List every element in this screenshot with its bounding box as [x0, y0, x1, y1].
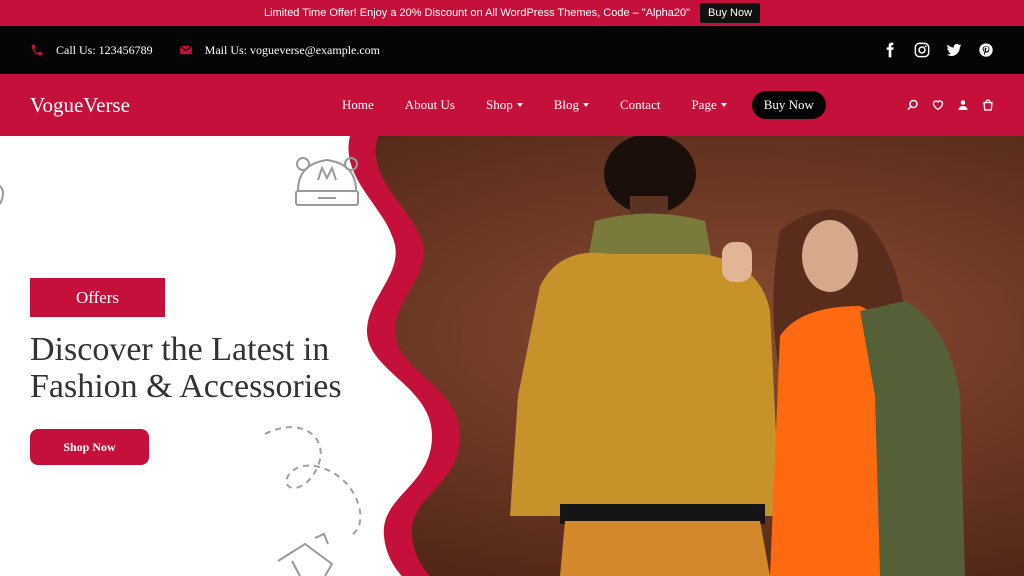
nav-item-shop[interactable]: Shop [486, 97, 523, 113]
chevron-down-icon [720, 103, 727, 107]
promo-bar: Limited Time Offer! Enjoy a 20% Discount… [0, 0, 1024, 26]
email-contact[interactable]: Mail Us: vogueverse@example.com [179, 43, 380, 58]
instagram-icon[interactable] [914, 42, 930, 58]
main-header: VogueVerse Home About Us Shop Blog Conta… [0, 74, 1024, 136]
email-text: Mail Us: vogueverse@example.com [204, 42, 381, 57]
cart-icon[interactable] [982, 99, 994, 111]
promo-buy-now-button[interactable]: Buy Now [700, 3, 761, 23]
nav-label: Blog [553, 97, 580, 112]
nav-item-contact[interactable]: Contact [620, 97, 660, 113]
nav-item-home[interactable]: Home [342, 97, 374, 113]
header-buy-now-button[interactable]: Buy Now [751, 91, 826, 119]
nav-label: Page [691, 97, 717, 112]
shop-now-button[interactable]: Shop Now [30, 429, 149, 465]
nav-label: Shop [485, 97, 513, 112]
offers-badge: Offers [30, 278, 165, 317]
site-logo[interactable]: VogueVerse [30, 93, 330, 118]
hero-headline: Discover the Latest in Fashion & Accesso… [30, 331, 342, 405]
phone-icon [30, 43, 44, 57]
nav-item-about-us[interactable]: About Us [405, 97, 455, 113]
hero-section: Offers Discover the Latest in Fashion & … [0, 136, 1024, 576]
phone-text: Call Us: 123456789 [56, 42, 153, 57]
facebook-icon[interactable] [882, 42, 898, 58]
contact-bar: Call Us: 123456789 Mail Us: vogueverse@e… [0, 26, 1024, 74]
heart-icon[interactable] [932, 99, 944, 111]
chevron-down-icon [516, 103, 523, 107]
social-links [882, 42, 994, 58]
header-icons [907, 99, 994, 111]
nav-item-blog[interactable]: Blog [553, 97, 590, 113]
mail-icon [179, 43, 193, 57]
nav-label: Home [342, 97, 374, 112]
search-icon[interactable] [907, 99, 919, 111]
nav-label: Contact [620, 97, 661, 112]
promo-text: Limited Time Offer! Enjoy a 20% Discount… [263, 7, 690, 19]
user-icon[interactable] [957, 99, 969, 111]
pinterest-icon[interactable] [978, 42, 994, 58]
nav-label: About Us [404, 97, 455, 112]
twitter-icon[interactable] [946, 42, 962, 58]
nav-item-page[interactable]: Page [691, 97, 727, 113]
chevron-down-icon [583, 103, 590, 107]
phone-contact[interactable]: Call Us: 123456789 [30, 43, 153, 58]
main-nav: Home About Us Shop Blog Contact Page Buy… [342, 91, 826, 119]
